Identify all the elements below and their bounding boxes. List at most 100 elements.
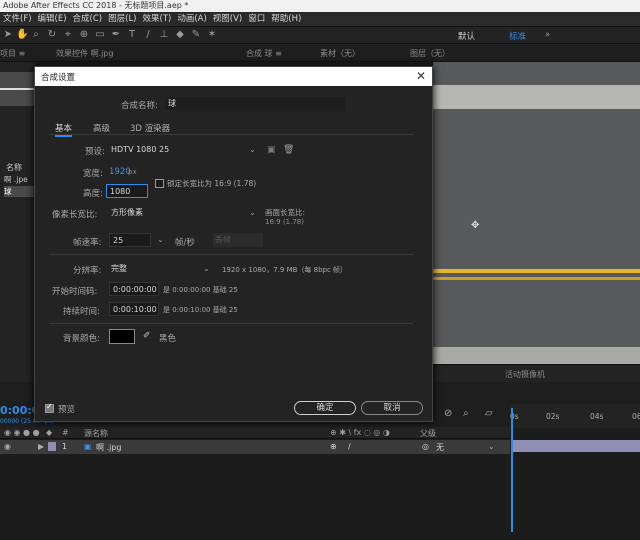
preview-checkbox[interactable]: [45, 402, 54, 413]
lock-aspect-label: 锁定长宽比为 16:9 (1.78): [167, 179, 257, 188]
dialog-titlebar: 合成设置 ✕: [35, 67, 432, 86]
tab-3d-renderer[interactable]: 3D 渲染器: [130, 122, 170, 134]
table-row[interactable]: ◉ ▶ 1 ▣ 啊 .jpg ⊕ / ◎ 无 ⌄: [0, 440, 510, 454]
project-panel: 名称 啊 .jpe 球: [0, 62, 35, 382]
menu-window[interactable]: 窗口: [245, 12, 268, 27]
av-switches-icon: ◉ ◉ ● ●: [4, 428, 40, 437]
time-ruler[interactable]: 0s 02s 04s 06s: [510, 404, 640, 428]
comp-name-field[interactable]: 球: [165, 97, 345, 110]
composition-viewer[interactable]: ✥: [433, 62, 640, 364]
chevron-down-icon[interactable]: ⌄: [249, 145, 256, 154]
label-icon: ◆: [46, 428, 53, 437]
motion-blur-icon[interactable]: ⊘: [444, 408, 452, 419]
height-field[interactable]: 1080: [106, 184, 148, 198]
workspace-standard[interactable]: 标准: [509, 30, 526, 42]
preset-select[interactable]: HDTV 1080 25: [109, 143, 259, 156]
height-label: 高度:: [83, 189, 103, 199]
puppet-tool-icon[interactable]: ✶: [206, 29, 218, 41]
resolution-label: 分辨率:: [73, 266, 102, 276]
pan-behind-tool-icon[interactable]: ⊕: [78, 29, 90, 41]
ruler-tick: 02s: [546, 412, 560, 421]
composition-settings-dialog: 合成设置 ✕ 合成名称: 球 基本 高级 3D 渲染器 预设: HDTV 108…: [34, 66, 433, 422]
parent-pick-icon[interactable]: ◎: [422, 442, 429, 451]
width-label: 宽度:: [83, 169, 103, 179]
visibility-icon[interactable]: ◉: [4, 442, 11, 451]
resolution-select[interactable]: 完整: [109, 262, 209, 275]
tab-effect-controls[interactable]: 效果控件 啊.jpg: [56, 48, 113, 59]
pen-tool-icon[interactable]: ✒: [110, 29, 122, 41]
timeline-column-header: ◉ ◉ ● ● ◆ # 源名称 ⊕ ✱ \ fx ◌ ◎ ◑ 父级: [0, 427, 510, 439]
tab-layer[interactable]: 图层（无）: [410, 48, 450, 59]
bg-color-swatch[interactable]: [109, 329, 135, 344]
menu-file[interactable]: 文件(F): [0, 12, 35, 27]
tab-composition[interactable]: 合成 球 ≡: [246, 48, 282, 59]
window-title: Adobe After Effects CC 2018 - 无标题项目.aep …: [0, 0, 640, 12]
mask-tool-icon[interactable]: ▭: [94, 29, 106, 41]
tab-footage[interactable]: 素材（无）: [320, 48, 360, 59]
ruler-tick: 04s: [590, 412, 604, 421]
ok-button[interactable]: 确定: [294, 401, 356, 415]
anchor-point-icon: ✥: [471, 220, 480, 231]
clone-stamp-tool-icon[interactable]: ⊥: [158, 29, 170, 41]
close-icon[interactable]: ✕: [416, 69, 426, 83]
rotate-tool-icon[interactable]: ↻: [46, 29, 58, 41]
type-tool-icon[interactable]: T: [126, 29, 138, 41]
start-timecode-field[interactable]: 0:00:00:00: [109, 282, 159, 296]
source-name-col: 源名称: [84, 429, 108, 438]
tab-project[interactable]: 项目 ≡: [0, 48, 25, 59]
camera-tool-icon[interactable]: ⌖: [62, 29, 74, 41]
layer-name[interactable]: 啊 .jpg: [96, 442, 121, 453]
brush-tool-icon[interactable]: /: [142, 29, 154, 41]
project-item-comp[interactable]: 球: [4, 186, 35, 197]
menu-effect[interactable]: 效果(T): [140, 12, 175, 27]
chevron-down-icon[interactable]: ⌄: [488, 442, 495, 451]
eraser-tool-icon[interactable]: ◆: [174, 29, 186, 41]
tab-advanced[interactable]: 高级: [93, 122, 110, 134]
workspace-more-icon[interactable]: »: [545, 30, 550, 40]
chevron-down-icon[interactable]: ⌄: [157, 235, 164, 244]
bg-color-label: 背景颜色:: [63, 334, 100, 344]
pixel-aspect-label: 像素长宽比:: [52, 210, 98, 220]
project-item-footage[interactable]: 啊 .jpe: [4, 174, 28, 185]
divider: [49, 254, 413, 255]
workspace-default[interactable]: 默认: [458, 30, 475, 42]
menu-composition[interactable]: 合成(C): [70, 12, 106, 27]
selection-tool-icon[interactable]: ➤: [2, 29, 14, 41]
comp-name-label: 合成名称:: [121, 101, 158, 111]
divider: [49, 323, 413, 324]
delete-preset-icon[interactable]: 🗑: [283, 145, 294, 155]
dialog-title: 合成设置: [41, 73, 76, 83]
chevron-down-icon[interactable]: ⌄: [249, 208, 256, 217]
width-unit: px: [128, 168, 137, 176]
zoom-tool-icon[interactable]: ⌕: [30, 29, 42, 41]
roto-brush-tool-icon[interactable]: ✎: [190, 29, 202, 41]
layer-label-color[interactable]: [48, 442, 56, 451]
chevron-down-icon[interactable]: ⌄: [203, 264, 210, 273]
road-curb-top: [433, 85, 640, 109]
menu-edit[interactable]: 编辑(E): [35, 12, 70, 27]
expand-arrow-icon[interactable]: ▶: [38, 442, 44, 451]
road-curb-bottom: [433, 347, 640, 364]
framerate-field[interactable]: 25: [109, 233, 151, 247]
parent-select[interactable]: 无: [436, 442, 444, 453]
cancel-button[interactable]: 取消: [361, 401, 423, 415]
layer-duration-bar[interactable]: [513, 440, 640, 452]
eyedropper-icon[interactable]: ✐: [143, 331, 151, 341]
menu-layer[interactable]: 图层(L): [105, 12, 139, 27]
resolution-info: 1920 x 1080，7.9 MB（每 8bpc 帧）: [222, 266, 348, 274]
menu-help[interactable]: 帮助(H): [268, 12, 304, 27]
active-camera-select[interactable]: 活动摄像机: [505, 369, 545, 380]
hand-tool-icon[interactable]: ✋: [16, 29, 28, 41]
menu-view[interactable]: 视图(V): [210, 12, 245, 27]
comp-flowchart-icon[interactable]: ▱: [485, 408, 493, 419]
duration-field[interactable]: 0:00:10:00: [109, 302, 159, 316]
graph-editor-icon[interactable]: ⌕: [463, 408, 469, 419]
quality-switch-icon[interactable]: /: [348, 442, 351, 451]
menu-animation[interactable]: 动画(A): [174, 12, 209, 27]
save-preset-icon[interactable]: ▣: [267, 145, 276, 155]
lock-aspect-checkbox[interactable]: [155, 179, 164, 188]
playhead[interactable]: [511, 408, 513, 532]
pixel-aspect-select[interactable]: 方形像素: [109, 206, 259, 219]
shy-switch-icon[interactable]: ⊕: [330, 442, 337, 451]
preview-label: 预览: [58, 405, 76, 415]
